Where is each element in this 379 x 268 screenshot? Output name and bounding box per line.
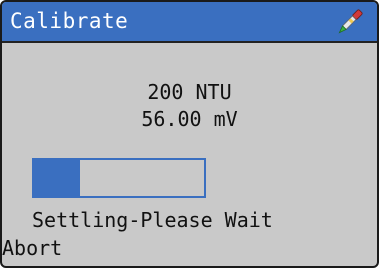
title-bar: Calibrate bbox=[2, 2, 377, 43]
calibration-standard-value: 200 NTU bbox=[147, 80, 232, 104]
calibrate-screen: Calibrate 200 NTU 56.00 mV Settling-Plea… bbox=[0, 0, 379, 268]
progress-fill bbox=[34, 160, 80, 196]
settling-progress-bar bbox=[32, 158, 206, 198]
abort-button[interactable]: Abort bbox=[2, 235, 62, 261]
probe-icon bbox=[338, 9, 363, 34]
signal-millivolt-value: 56.00 mV bbox=[141, 107, 238, 131]
screen-title: Calibrate bbox=[10, 9, 129, 33]
status-message: Settling-Please Wait bbox=[32, 208, 273, 232]
